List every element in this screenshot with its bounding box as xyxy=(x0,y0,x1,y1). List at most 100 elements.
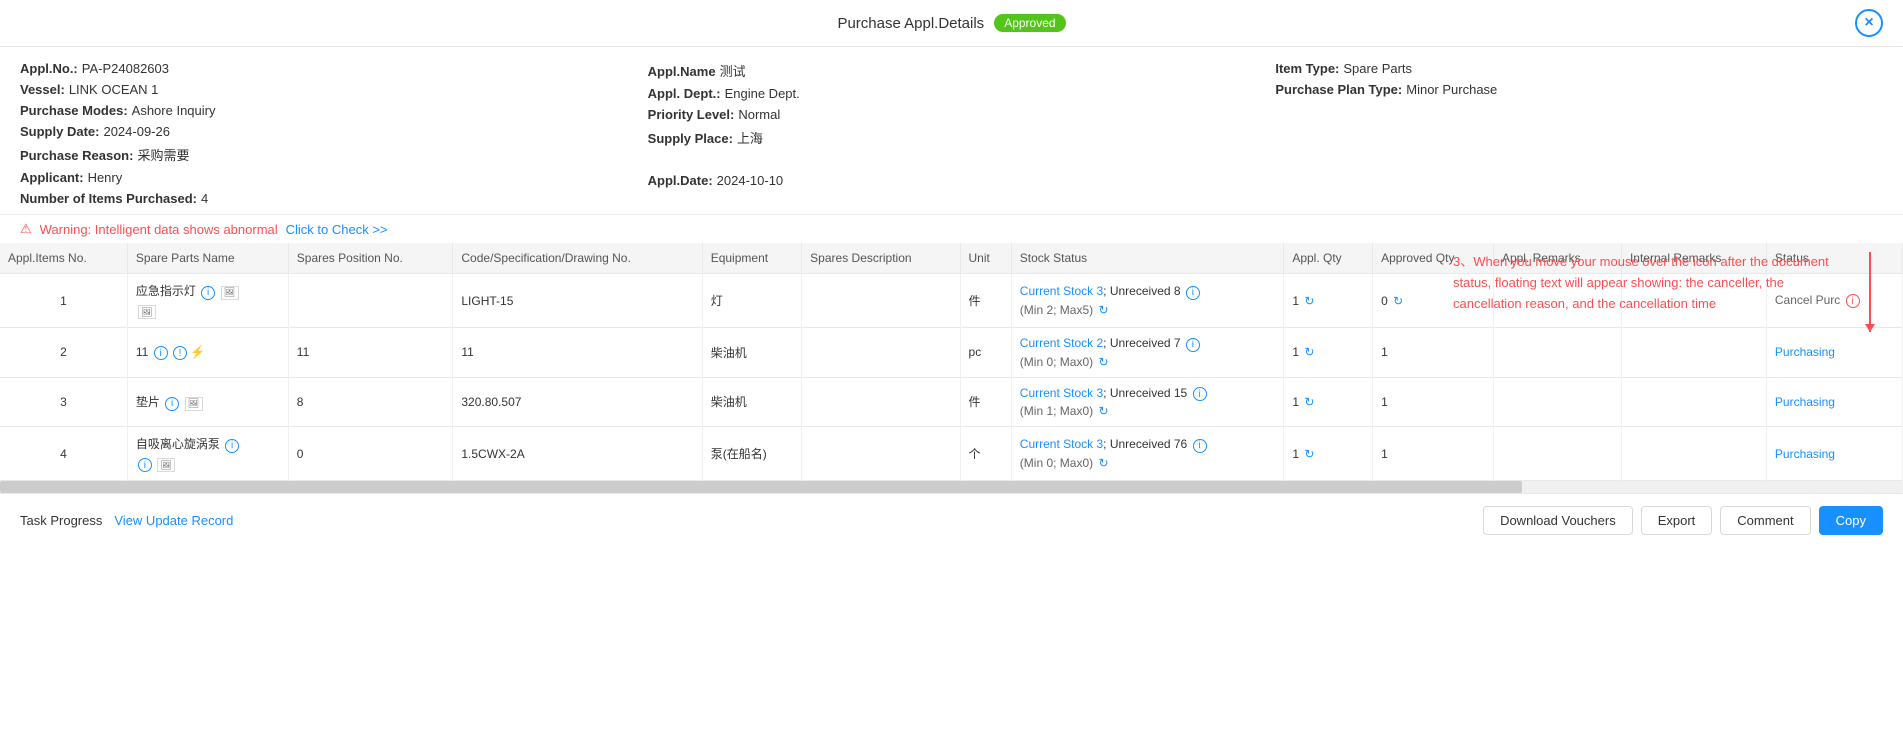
appl-dept-value: Engine Dept. xyxy=(725,86,800,101)
image-icon[interactable]: 🖼 xyxy=(221,286,239,300)
num-items-label: Number of Items Purchased: xyxy=(20,191,197,206)
appl-date-value: 2024-10-10 xyxy=(717,173,784,188)
status-badge: Approved xyxy=(994,14,1065,32)
stock-link[interactable]: Current Stock 3 xyxy=(1020,386,1103,400)
download-vouchers-button[interactable]: Download Vouchers xyxy=(1483,506,1633,535)
cell-internal-remarks xyxy=(1621,377,1766,427)
appr-qty-refresh-icon[interactable]: ↻ xyxy=(1393,294,1403,308)
appl-date-label: Appl.Date: xyxy=(648,173,713,188)
footer-left: Task Progress View Update Record xyxy=(20,513,233,528)
priority-level-value: Normal xyxy=(738,107,780,122)
info-icon[interactable]: i xyxy=(225,439,239,453)
cell-spare-parts-name: 11 i ! ⚡ xyxy=(127,328,288,378)
stock-info-icon[interactable]: i xyxy=(1193,439,1207,453)
qty-refresh-icon[interactable]: ↻ xyxy=(1304,294,1314,308)
comment-button[interactable]: Comment xyxy=(1720,506,1810,535)
cell-status: Purchasing xyxy=(1766,427,1902,481)
cell-unit: 件 xyxy=(960,274,1011,328)
appl-name-label: Appl.Name xyxy=(648,64,716,79)
refresh-icon[interactable]: ↻ xyxy=(1098,355,1108,369)
check-link[interactable]: Click to Check >> xyxy=(286,222,388,237)
purchase-modes-value: Ashore Inquiry xyxy=(132,103,216,118)
image-icon-4[interactable]: 🖼 xyxy=(157,458,175,472)
cell-code: 320.80.507 xyxy=(453,377,702,427)
supply-date-value: 2024-09-26 xyxy=(103,124,170,139)
info-icon[interactable]: i xyxy=(154,346,168,360)
cell-appl-qty: 1 ↻ xyxy=(1284,274,1373,328)
stock-link[interactable]: Current Stock 2 xyxy=(1020,336,1103,350)
appl-name-value: 测试 xyxy=(720,61,746,80)
warning-small-icon: ⚡ xyxy=(190,345,205,359)
refresh-icon[interactable]: ↻ xyxy=(1098,404,1108,418)
col-spares-desc: Spares Description xyxy=(802,243,960,274)
cell-no: 2 xyxy=(0,328,127,378)
cell-spares-desc xyxy=(802,427,960,481)
col-spare-parts-name: Spare Parts Name xyxy=(127,243,288,274)
info-icon[interactable]: i xyxy=(165,397,179,411)
cell-appl-qty: 1 ↻ xyxy=(1284,328,1373,378)
image-icon-2[interactable]: 🖼 xyxy=(138,305,156,319)
info-section: Appl.No.: PA-P24082603 Vessel: LINK OCEA… xyxy=(0,47,1903,215)
stock-extra: ; Unreceived 7 xyxy=(1103,336,1180,350)
copy-button[interactable]: Copy xyxy=(1819,506,1883,535)
qty-refresh-icon[interactable]: ↻ xyxy=(1304,345,1314,359)
view-update-record-link[interactable]: View Update Record xyxy=(114,513,233,528)
cell-spares-desc xyxy=(802,274,960,328)
tooltip-arrow xyxy=(1869,252,1871,332)
appl-dept-label: Appl. Dept.: xyxy=(648,86,721,101)
stock-link[interactable]: Current Stock 3 xyxy=(1020,284,1103,298)
close-button[interactable]: × xyxy=(1855,9,1883,37)
cell-code: 11 xyxy=(453,328,702,378)
cell-unit: pc xyxy=(960,328,1011,378)
stock-link[interactable]: Current Stock 3 xyxy=(1020,437,1103,451)
image-icon-3[interactable]: 🖼 xyxy=(185,397,203,411)
info-icon-3[interactable]: i xyxy=(138,458,152,472)
supply-place-label: Supply Place: xyxy=(648,131,733,146)
cell-no: 3 xyxy=(0,377,127,427)
supply-date-label: Supply Date: xyxy=(20,124,99,139)
stock-info-icon[interactable]: i xyxy=(1193,387,1207,401)
cell-status: Purchasing xyxy=(1766,377,1902,427)
item-type-label: Item Type: xyxy=(1275,61,1339,76)
col-spares-position-no: Spares Position No. xyxy=(288,243,453,274)
warning-text: Warning: Intelligent data shows abnormal xyxy=(40,222,278,237)
cell-stock-status: Current Stock 3; Unreceived 76 i (Min 0;… xyxy=(1011,427,1284,481)
cell-status: Purchasing xyxy=(1766,328,1902,378)
item-type-value: Spare Parts xyxy=(1343,61,1412,76)
status-purchasing: Purchasing xyxy=(1775,447,1835,461)
table-row: 211 i ! ⚡1111柴油机pc Current Stock 2; Unre… xyxy=(0,328,1903,378)
export-button[interactable]: Export xyxy=(1641,506,1713,535)
stock-info-icon[interactable]: i xyxy=(1186,338,1200,352)
info-icon[interactable]: i xyxy=(201,286,215,300)
horizontal-scrollbar[interactable] xyxy=(0,481,1903,493)
appl-no-label: Appl.No.: xyxy=(20,61,78,76)
footer: Task Progress View Update Record Downloa… xyxy=(0,493,1903,547)
cell-code: LIGHT-15 xyxy=(453,274,702,328)
cell-stock-status: Current Stock 3; Unreceived 8 i (Min 2; … xyxy=(1011,274,1284,328)
priority-level-label: Priority Level: xyxy=(648,107,735,122)
qty-refresh-icon[interactable]: ↻ xyxy=(1304,395,1314,409)
cell-code: 1.5CWX-2A xyxy=(453,427,702,481)
purchase-plan-type-value: Minor Purchase xyxy=(1406,82,1497,97)
warning-icon: ⚠ xyxy=(20,221,32,237)
cell-appl-remarks xyxy=(1493,377,1621,427)
qty-refresh-icon[interactable]: ↻ xyxy=(1304,447,1314,461)
stock-info-icon[interactable]: i xyxy=(1186,286,1200,300)
status-purchasing: Purchasing xyxy=(1775,345,1835,359)
cell-equipment: 泵(在船名) xyxy=(702,427,801,481)
cell-internal-remarks xyxy=(1621,427,1766,481)
info-icon-2[interactable]: ! xyxy=(173,346,187,360)
table-row: 4自吸离心旋涡泵 ii 🖼01.5CWX-2A泵(在船名)个 Current S… xyxy=(0,427,1903,481)
cell-internal-remarks xyxy=(1621,328,1766,378)
col-unit: Unit xyxy=(960,243,1011,274)
warning-row: ⚠ Warning: Intelligent data shows abnorm… xyxy=(0,215,1903,243)
refresh-icon[interactable]: ↻ xyxy=(1098,456,1108,470)
cell-spares-position-no: 8 xyxy=(288,377,453,427)
vessel-label: Vessel: xyxy=(20,82,65,97)
cell-approved-qty: 1 xyxy=(1373,377,1494,427)
refresh-icon[interactable]: ↻ xyxy=(1098,303,1108,317)
status-purchasing: Purchasing xyxy=(1775,395,1835,409)
col-appl-qty: Appl. Qty xyxy=(1284,243,1373,274)
cell-approved-qty: 1 xyxy=(1373,328,1494,378)
purchase-reason-label: Purchase Reason: xyxy=(20,148,133,163)
